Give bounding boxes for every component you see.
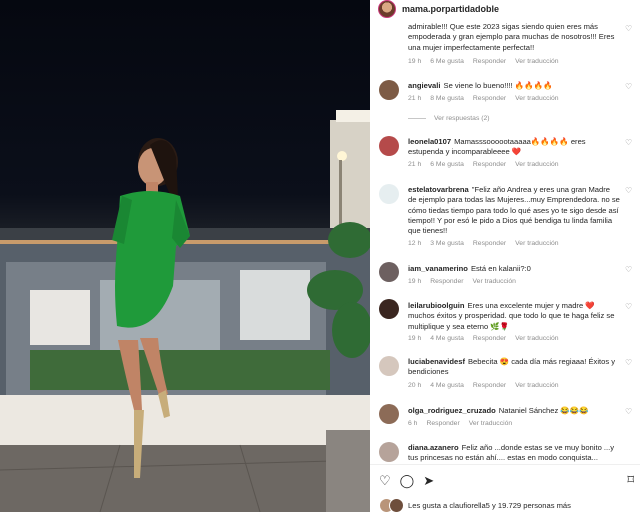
comment-username[interactable]: luciabenavidesf	[408, 357, 465, 366]
instagram-post-view: mama.porpartidadoble admirable!!! Que es…	[0, 0, 640, 513]
reply-button[interactable]: Responder	[473, 95, 506, 102]
comment-time: 19 h	[408, 278, 422, 285]
reply-button[interactable]: Responder	[430, 278, 463, 285]
comment-text: leonela0107 Mamasssoooootaaaaa🔥🔥🔥🔥 eres e…	[408, 137, 586, 157]
comment-time: 12 h	[408, 240, 422, 247]
comment-meta: 19 h Responder Ver traducción	[408, 278, 525, 285]
reply-button[interactable]: Responder	[473, 382, 506, 389]
view-replies-button[interactable]: Ver respuestas (2)	[408, 115, 490, 122]
reply-button[interactable]: Responder	[473, 240, 506, 247]
comment-text: leilarubioolguin Eres una excelente mujer…	[408, 301, 615, 331]
comment-likes[interactable]: 3 Me gusta	[430, 240, 464, 247]
comment-text: olga_rodriguez_cruzado Nataniel Sánchez 😂…	[408, 406, 589, 415]
action-icons: ♡ ◯ ➤	[379, 473, 434, 489]
comment-time: 19 h	[408, 58, 422, 65]
comment-meta: 19 h 4 Me gusta Responder Ver traducción	[408, 335, 568, 342]
reply-button[interactable]: Responder	[473, 58, 506, 65]
comment-meta: 6 h Responder Ver traducción	[408, 420, 521, 427]
comment-text: luciabenavidesf Bebecita 😍 cada día más r…	[408, 357, 616, 377]
comment-username[interactable]: olga_rodriguez_cruzado	[408, 406, 496, 415]
comments-panel: mama.porpartidadoble admirable!!! Que es…	[370, 0, 640, 513]
like-heart-icon[interactable]: ♡	[625, 24, 632, 33]
likes-text[interactable]: Les gusta a claufiorella5 y 19.729 perso…	[408, 501, 571, 510]
save-icon[interactable]: ⌑	[627, 472, 634, 488]
comment-meta: 20 h 4 Me gusta Responder Ver traducción	[408, 382, 568, 389]
avatar[interactable]	[379, 184, 399, 204]
translate-button[interactable]: Ver traducción	[473, 278, 516, 285]
post-photo	[0, 0, 370, 512]
avatar[interactable]	[379, 442, 399, 462]
comment-text: diana.azanero Feliz año ...donde estas se…	[408, 443, 615, 463]
reply-button[interactable]: Responder	[473, 161, 506, 168]
avatar[interactable]	[379, 80, 399, 100]
comment-likes[interactable]: 6 Me gusta	[430, 161, 464, 168]
reply-button[interactable]: Responder	[426, 420, 459, 427]
like-heart-icon[interactable]: ♡	[625, 186, 632, 195]
like-heart-icon[interactable]: ♡	[625, 302, 632, 311]
comment-meta: 19 h 6 Me gusta Responder Ver traducción	[408, 58, 568, 65]
comment-username[interactable]: leonela0107	[408, 137, 451, 146]
comment-meta: 21 h 6 Me gusta Responder Ver traducción	[408, 161, 568, 168]
comment-likes[interactable]: 6 Me gusta	[430, 58, 464, 65]
like-heart-icon[interactable]: ♡	[625, 138, 632, 147]
like-icon[interactable]: ♡	[379, 473, 391, 489]
like-heart-icon[interactable]: ♡	[625, 82, 632, 91]
share-icon[interactable]: ➤	[423, 473, 434, 489]
avatar[interactable]	[379, 404, 399, 424]
comment-text: estelatovarbrena "Feliz año Andrea y eres…	[408, 185, 620, 236]
translate-button[interactable]: Ver traducción	[515, 58, 558, 65]
comment-likes[interactable]: 4 Me gusta	[430, 382, 464, 389]
like-heart-icon[interactable]: ♡	[625, 407, 632, 416]
comment-time: 20 h	[408, 382, 422, 389]
like-heart-icon[interactable]: ♡	[625, 265, 632, 274]
translate-button[interactable]: Ver traducción	[515, 240, 558, 247]
translate-button[interactable]: Ver traducción	[469, 420, 512, 427]
comment-icon[interactable]: ◯	[400, 473, 415, 489]
translate-button[interactable]: Ver traducción	[515, 161, 558, 168]
comment-time: 21 h	[408, 161, 422, 168]
translate-button[interactable]: Ver traducción	[515, 382, 558, 389]
avatar[interactable]	[379, 136, 399, 156]
author-avatar[interactable]	[378, 0, 396, 18]
photo-scene	[0, 110, 370, 512]
comment-username[interactable]: leilarubioolguin	[408, 301, 465, 310]
comment-username[interactable]: iam_vanamerino	[408, 264, 468, 273]
comment-time: 19 h	[408, 335, 422, 342]
comment-text: iam_vanamerino Está en kalanii?:0	[408, 264, 531, 273]
author-username[interactable]: mama.porpartidadoble	[402, 4, 499, 14]
comment-username[interactable]: angievali	[408, 81, 441, 90]
comment-text: admirable!!! Que este 2023 sigas siendo …	[408, 22, 615, 52]
reply-button[interactable]: Responder	[473, 335, 506, 342]
comment-username[interactable]: estelatovarbrena	[408, 185, 469, 194]
comment-time: 6 h	[408, 420, 418, 427]
avatar[interactable]	[379, 356, 399, 376]
post-actions: ♡ ◯ ➤ ⌑ Les gusta a claufiorella5 y 19.7…	[370, 464, 640, 513]
comment-meta: 12 h 3 Me gusta Responder Ver traducción	[408, 240, 568, 247]
comment-text: angievali Se viene lo bueno!!!! 🔥🔥🔥🔥	[408, 81, 553, 90]
avatar[interactable]	[379, 262, 399, 282]
comment-username[interactable]: diana.azanero	[408, 443, 459, 452]
comment-time: 21 h	[408, 95, 422, 102]
translate-button[interactable]: Ver traducción	[515, 335, 558, 342]
translate-button[interactable]: Ver traducción	[515, 95, 558, 102]
like-heart-icon[interactable]: ♡	[625, 358, 632, 367]
comment-meta: 21 h 8 Me gusta Responder Ver traducción	[408, 95, 568, 102]
comment-likes[interactable]: 8 Me gusta	[430, 95, 464, 102]
likes-summary[interactable]: Les gusta a claufiorella5 y 19.729 perso…	[379, 498, 571, 513]
post-header: mama.porpartidadoble	[370, 0, 640, 18]
avatar[interactable]	[379, 299, 399, 319]
comment-likes[interactable]: 4 Me gusta	[430, 335, 464, 342]
liker-avatar	[389, 498, 404, 513]
